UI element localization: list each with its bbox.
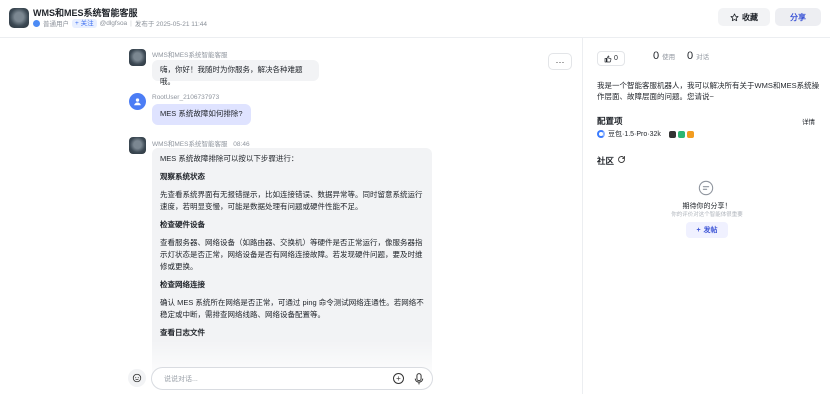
section-heading: 检查硬件设备 [160,220,205,229]
collect-button[interactable]: 收藏 [718,8,770,26]
sender-name: WMS和MES系统智能客服 [152,141,228,148]
post-button[interactable]: + 发帖 [686,222,728,238]
plugin-icon[interactable] [677,130,685,138]
chat-input[interactable]: 说说对话... + [151,367,433,390]
thumbs-up-icon [604,55,612,62]
conversations-count: 0 [687,50,694,62]
plugin-icon[interactable] [686,130,694,138]
section-heading: 检查网络连接 [160,280,205,289]
plugin-icon[interactable] [668,130,676,138]
model-name[interactable]: 豆包·1.5·Pro·32k [608,129,661,139]
section-body: 查看服务器、网络设备（如路由器、交换机）等硬件是否正常运行，像服务器指示灯状态是… [160,238,423,271]
user-avatar [129,93,146,110]
plus-icon: + [696,226,701,234]
details-link[interactable]: 详情 [802,116,815,126]
author-handle[interactable]: @dlgfsoa [100,20,128,27]
chat-icon [132,373,142,383]
follow-button[interactable]: + 关注 [72,18,97,28]
refresh-icon[interactable] [617,155,626,164]
answer-intro: MES 系统故障排除可以按以下步骤进行： [160,154,299,163]
user-icon [33,19,40,27]
message-sender: WMS和MES系统智能客服 [152,52,228,59]
bot-avatar [129,137,146,154]
model-icon [597,130,605,138]
author-meta: 普通用户 + 关注 @dlgfsoa | 发布于 2025-05-21 11:4… [33,18,207,28]
post-label: 发帖 [703,227,718,234]
uses-stat: 0 使用 [653,50,675,62]
bot-info-panel: 0 0 使用 0 对话 我是一个智能客服机器人，我可以解决所有关于WMS和MES… [582,38,830,394]
top-header: WMS和MES系统智能客服 普通用户 + 关注 @dlgfsoa | 发布于 2… [0,0,830,38]
comment-icon [698,180,714,196]
plugin-list [668,130,694,138]
collect-label: 收藏 [742,12,758,22]
divider: | [130,19,132,27]
star-icon [730,13,739,21]
conversations-stat: 0 对话 [687,50,709,62]
model-row: 豆包·1.5·Pro·32k [597,129,694,139]
input-placeholder: 说说对话... [164,376,198,383]
like-count: 0 [614,55,618,62]
community-title: 社区 [597,156,615,166]
publish-time: 发布于 2025-05-21 11:44 [134,21,208,28]
message-sender: WMS和MES系统智能客服 08:46 [152,138,250,148]
message-time: 08:46 [233,141,250,148]
message-sender: RootUser_2106737973 [152,94,220,101]
add-attachment-icon[interactable]: + [393,373,404,384]
bot-avatar [9,8,29,28]
bot-avatar [129,49,146,66]
section-heading: 查看日志文件 [160,328,205,337]
person-icon [134,98,141,106]
section-body: 确认 MES 系统所在网络是否正常，可通过 ping 命令测试网络连通性。若网络… [160,298,424,319]
conversations-label: 对话 [696,54,710,61]
share-button[interactable]: 分享 [775,8,821,26]
microphone-icon[interactable] [414,372,424,386]
user-message: MES 系统故障如何排除? [152,104,251,125]
config-title: 配置项 [597,116,623,126]
section-heading: 观察系统状态 [160,172,205,181]
uses-count: 0 [653,50,660,62]
chat-area: ··· WMS和MES系统智能客服 嗨，你好！我随时为你服务，解决各种难题哦。 … [0,38,582,394]
uses-label: 使用 [662,54,676,61]
section-body: 先查看系统界面有无报错提示，比如连接错误、数据异常等。同时留意系统运行速度，若明… [160,190,423,211]
bot-description: 我是一个智能客服机器人，我可以解决所有关于WMS和MES系统操作层面、故障层面的… [597,81,820,101]
empty-state-subtitle: 你的评价对这个智能体很重要 [671,212,743,218]
more-options-button[interactable]: ··· [548,53,572,70]
like-button[interactable]: 0 [597,51,625,66]
user-type: 普通用户 [43,21,69,28]
bot-message: 嗨，你好！我随时为你服务，解决各种难题哦。 [152,60,319,86]
new-chat-button[interactable] [128,369,146,387]
